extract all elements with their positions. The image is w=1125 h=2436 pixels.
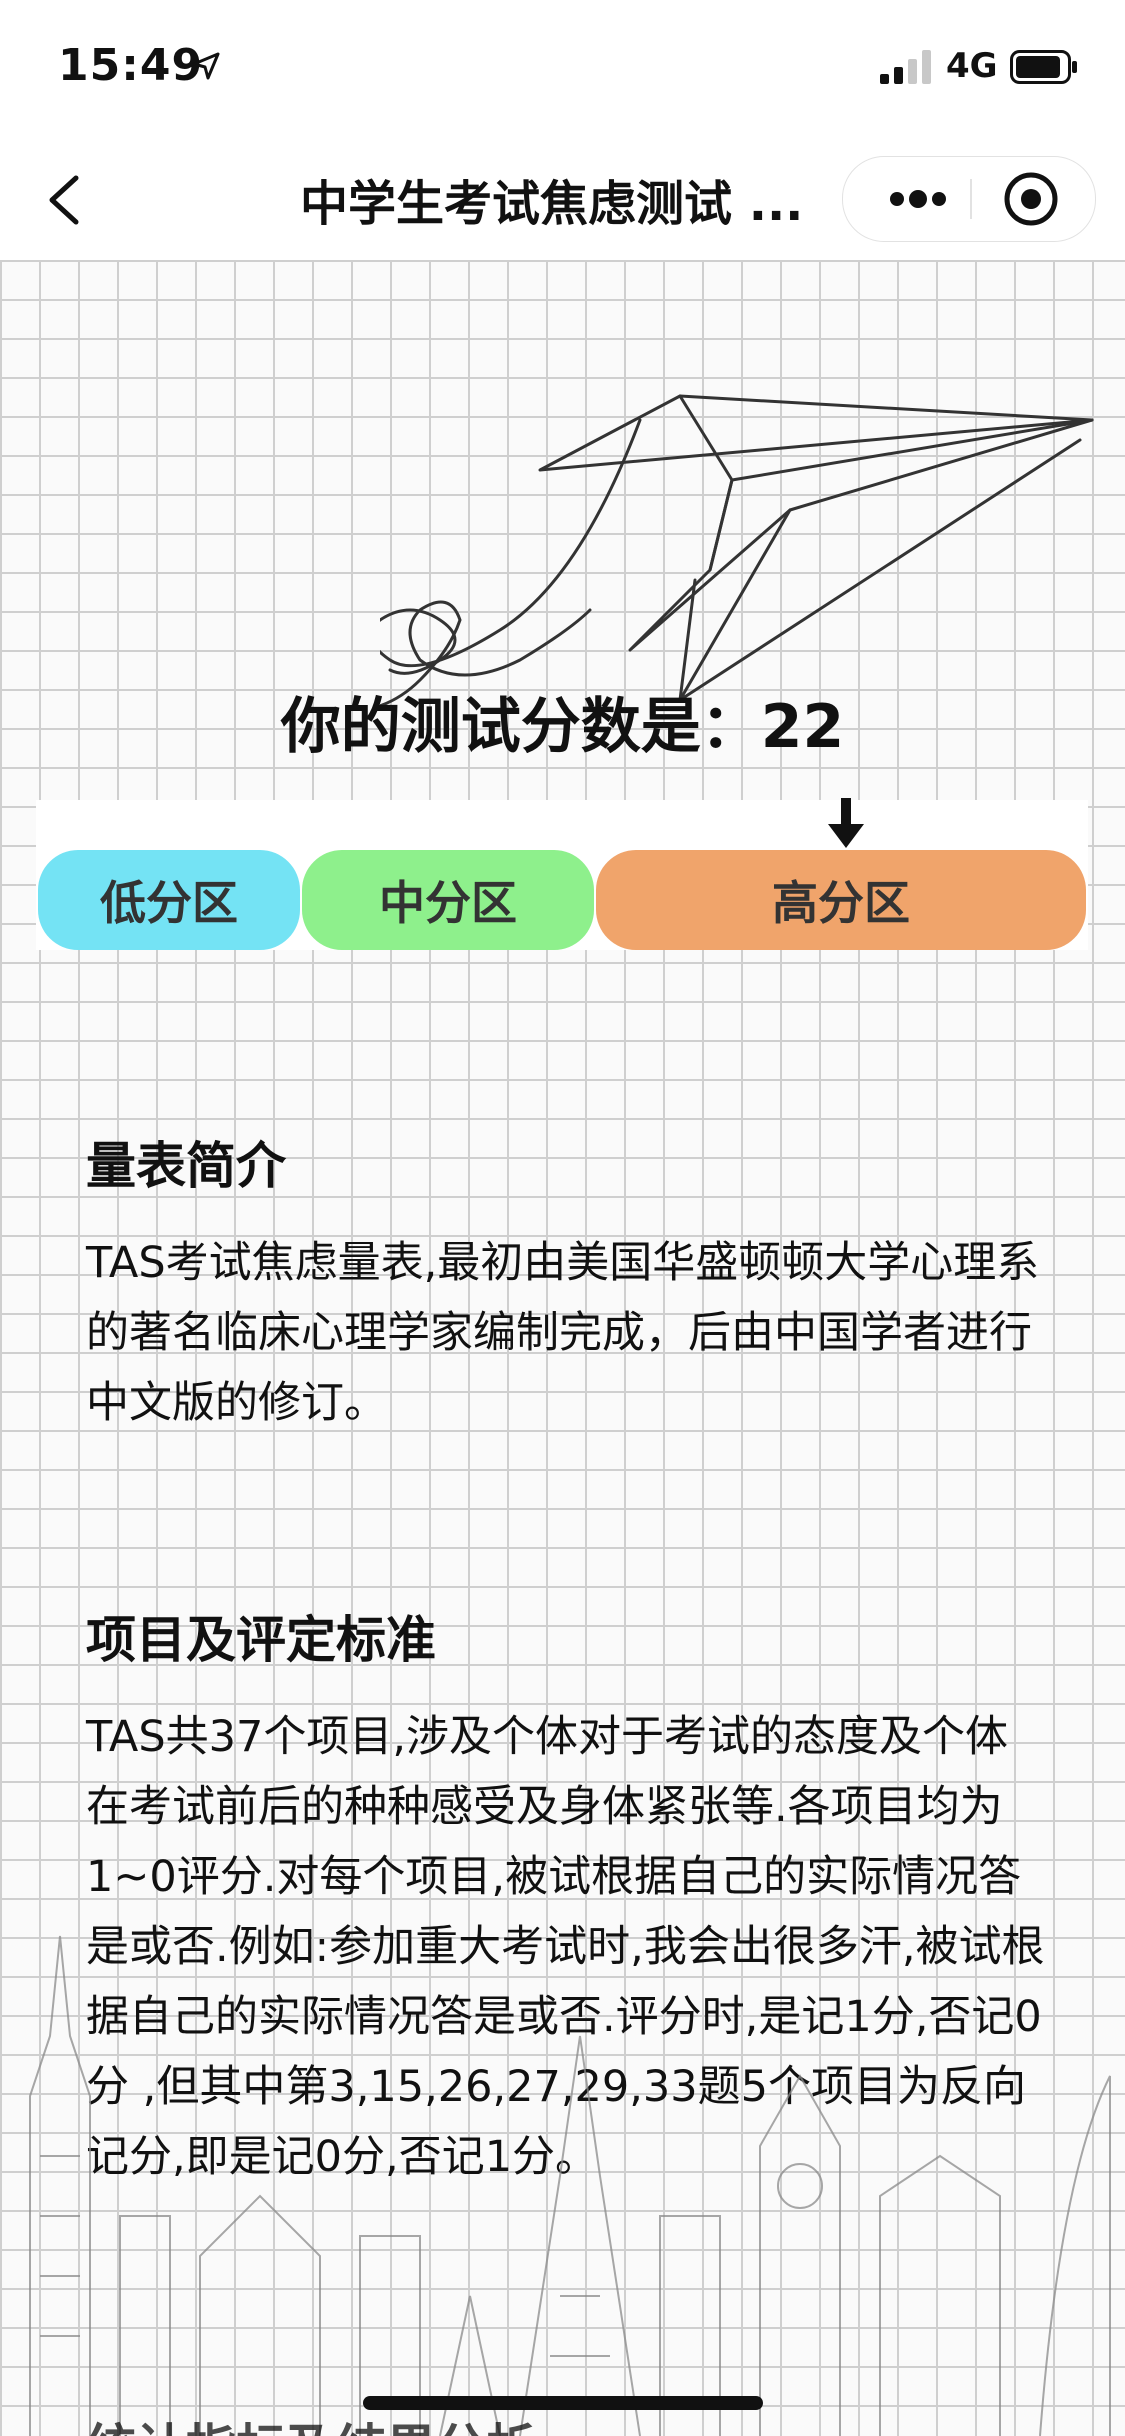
location-arrow-icon	[192, 52, 220, 80]
home-indicator[interactable]	[363, 2396, 763, 2410]
cellular-signal-icon	[880, 50, 931, 84]
close-mini-program-icon[interactable]	[1001, 169, 1061, 229]
score-label: 你的测试分数是：	[280, 692, 761, 762]
score-value: 22	[760, 692, 845, 762]
zone-high: 高分区	[596, 850, 1086, 950]
status-bar: 15:49 4G	[0, 0, 1125, 140]
battery-icon	[1010, 50, 1077, 84]
content-area[interactable]: 你的测试分数是：22 低分区 中分区 高分区 量表简介 TAS考试焦虑量表,最初…	[0, 260, 1125, 2436]
score-display: 你的测试分数是：22	[0, 678, 1125, 765]
back-arrow-icon[interactable]	[40, 170, 90, 230]
zone-medium: 中分区	[302, 850, 594, 950]
paper-plane-illustration	[380, 394, 1094, 708]
page-title: 中学生考试焦虑测试 ...	[300, 176, 804, 232]
section-heading-intro: 量表简介	[86, 1137, 286, 1195]
navigation-bar: 中学生考试焦虑测试 ...	[0, 140, 1125, 260]
network-type: 4G	[946, 46, 998, 86]
capsule-divider	[970, 179, 972, 219]
section-text-intro: TAS考试焦虑量表,最初由美国华盛顿顿大学心理系的著名临床心理学家编制完成，后由…	[86, 1238, 1040, 1428]
mini-program-capsule	[842, 156, 1096, 242]
more-options-icon[interactable]	[873, 157, 963, 241]
city-skyline-illustration	[29, 1935, 1111, 2436]
score-pointer-arrow-icon	[828, 798, 864, 848]
zone-low: 低分区	[38, 850, 300, 950]
status-time: 15:49	[58, 40, 204, 91]
section-heading-statistics: 统计指标及结果分析	[86, 2408, 536, 2436]
section-heading-criteria: 项目及评定标准	[86, 1611, 436, 1669]
